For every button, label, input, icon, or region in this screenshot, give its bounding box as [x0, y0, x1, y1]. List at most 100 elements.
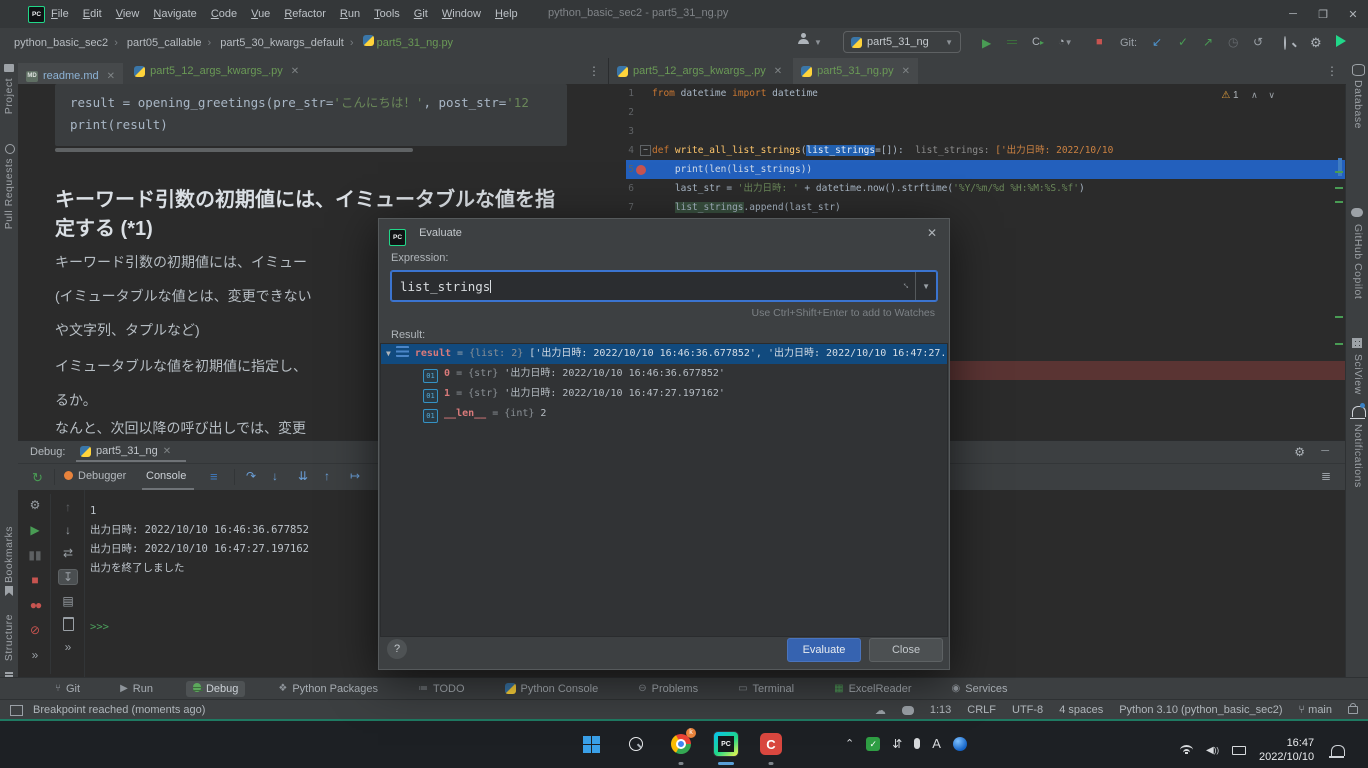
start-button[interactable]	[578, 731, 604, 757]
sidebar-item-bookmarks[interactable]: Bookmarks	[3, 526, 15, 583]
history-icon[interactable]: ◷	[1228, 35, 1238, 49]
notification-center-bell-icon[interactable]	[1331, 745, 1345, 756]
colored-play-icon[interactable]	[1336, 35, 1346, 47]
menu-navigate[interactable]: Navigate	[146, 8, 203, 20]
toolwindow-services[interactable]: ◉Services	[945, 681, 1015, 697]
sync-tray-icon[interactable]: ⇵	[892, 737, 902, 751]
tab-debugger[interactable]: Debugger	[78, 470, 126, 482]
indent-style[interactable]: 4 spaces	[1059, 704, 1103, 716]
run-with-coverage-button[interactable]: C▸	[1032, 36, 1044, 48]
menu-file[interactable]: File	[44, 8, 76, 20]
restore-layout-icon[interactable]: ⇄	[63, 546, 73, 560]
microphone-tray-icon[interactable]	[914, 738, 920, 749]
battery-pen-icon[interactable]	[1232, 746, 1246, 755]
expression-history-dropdown[interactable]: ▼	[915, 272, 936, 300]
prev-warning-chevron[interactable]: ∧	[1251, 90, 1258, 100]
rollback-button[interactable]: ↺	[1253, 35, 1263, 49]
settings-button[interactable]: ⚙	[1310, 35, 1322, 51]
status-message[interactable]: Breakpoint reached (moments ago)	[33, 704, 205, 716]
sidebar-item-structure[interactable]: Structure	[3, 614, 15, 661]
result-tree-row[interactable]: 01 0 = {str} '出力日時: 2022/10/10 16:46:36.…	[381, 364, 947, 384]
menu-refactor[interactable]: Refactor	[277, 8, 333, 20]
inspections-widget[interactable]: ⚠ 1 ∧ ∨	[1221, 90, 1275, 101]
taskbar-clock[interactable]: 16:47 2022/10/10	[1259, 736, 1314, 764]
close-icon[interactable]: ✕	[163, 446, 171, 457]
breadcrumb-project[interactable]: python_basic_sec2	[14, 37, 108, 49]
tab-part5-12-right[interactable]: part5_12_args_kwargs_.py ✕	[609, 58, 790, 84]
toolwindow-python-console[interactable]: Python Console	[498, 681, 606, 697]
breakpoint-icon[interactable]	[636, 165, 646, 175]
menu-tools[interactable]: Tools	[367, 8, 407, 20]
toolwindow-problems[interactable]: ⊖Problems	[631, 681, 705, 697]
git-commit-button[interactable]: ✓	[1178, 35, 1188, 49]
rerun-button[interactable]: ↻	[32, 470, 43, 486]
sidebar-item-database[interactable]: Database	[1352, 80, 1364, 129]
expression-input[interactable]: list_strings ↔ ▼	[391, 271, 937, 301]
scroll-to-end-icon[interactable]: ↧	[58, 569, 78, 585]
code-fold-icon[interactable]: −	[640, 145, 651, 156]
line-number-gutter[interactable]: 12 34 56 7	[608, 84, 634, 217]
toolwindow-debug[interactable]: Debug	[186, 681, 245, 697]
run-to-cursor-icon[interactable]: ↦	[350, 469, 360, 483]
mute-breakpoints-icon[interactable]: ⊘	[30, 623, 40, 637]
debug-session-tab[interactable]: part5_31_ng ✕	[80, 445, 171, 457]
taskbar-search-button[interactable]	[623, 731, 649, 757]
dialog-close-icon[interactable]: ✕	[927, 226, 937, 240]
breadcrumb-package[interactable]: part05_callable	[127, 37, 202, 49]
toolwindow-todo[interactable]: ≔TODO	[411, 681, 472, 697]
resume-button[interactable]: ▶	[30, 523, 39, 537]
close-icon[interactable]: ✕	[902, 66, 910, 77]
menu-edit[interactable]: Edit	[76, 8, 109, 20]
run-configuration-select[interactable]: part5_31_ng ▼	[843, 31, 961, 53]
sidebar-item-pull-requests[interactable]: Pull Requests	[3, 158, 15, 229]
more-options-icon[interactable]: ⋮	[1326, 64, 1338, 78]
toolwindow-terminal[interactable]: ▭Terminal	[731, 681, 801, 697]
dialog-header[interactable]: PC Evaluate	[389, 227, 462, 246]
breadcrumb-folder[interactable]: part5_30_kwargs_default	[220, 37, 344, 49]
step-over-icon[interactable]: ↷	[246, 469, 256, 483]
cortana-tray-icon[interactable]	[953, 737, 967, 751]
result-tree-row[interactable]: 01 1 = {str} '出力日時: 2022/10/10 16:47:27.…	[381, 384, 947, 404]
up-stack-icon[interactable]: ↑	[65, 500, 71, 514]
breadcrumb-file[interactable]: part5_31_ng.py	[377, 37, 453, 49]
python-interpreter[interactable]: Python 3.10 (python_basic_sec2)	[1119, 704, 1282, 716]
maximize-button[interactable]: ❐	[1308, 8, 1338, 21]
camtasia-taskbar-icon[interactable]: C	[758, 731, 784, 757]
more-options-icon[interactable]: ⋮	[588, 64, 600, 78]
minimize-button[interactable]: ─	[1278, 8, 1308, 20]
toolwindow-excelreader[interactable]: ▦ExcelReader	[827, 681, 918, 697]
pycharm-taskbar-icon[interactable]: PC	[713, 731, 739, 757]
stop-debug-button[interactable]: ■	[31, 573, 38, 587]
next-warning-chevron[interactable]: ∨	[1268, 90, 1275, 100]
menu-code[interactable]: Code	[204, 8, 244, 20]
copilot-status-icon[interactable]	[902, 706, 914, 715]
hide-tool-window-icon[interactable]: ─	[1321, 445, 1329, 457]
tab-part5-12-left[interactable]: part5_12_args_kwargs_.py ✕	[126, 58, 307, 84]
git-push-button[interactable]: ↗	[1203, 35, 1213, 49]
print-icon[interactable]: ▤	[62, 594, 73, 608]
menu-vue[interactable]: Vue	[244, 8, 277, 20]
search-everywhere-button[interactable]	[1284, 37, 1286, 49]
view-breakpoints-icon[interactable]: ●●	[30, 598, 41, 612]
volume-icon[interactable]: ◀))	[1206, 745, 1219, 756]
line-separator[interactable]: CRLF	[967, 704, 996, 716]
console-prompt[interactable]: >>>	[90, 618, 309, 637]
caret-position[interactable]: 1:13	[930, 704, 951, 716]
evaluate-button[interactable]: Evaluate	[787, 638, 861, 662]
step-into-icon[interactable]: ↓	[272, 469, 278, 483]
close-icon[interactable]: ✕	[107, 71, 115, 82]
close-icon[interactable]: ✕	[291, 66, 299, 77]
step-out-icon[interactable]: ↑	[324, 469, 330, 483]
force-step-into-icon[interactable]: ⇊	[298, 469, 308, 483]
file-encoding[interactable]: UTF-8	[1012, 704, 1043, 716]
sidebar-item-sciview[interactable]: SciView	[1352, 354, 1364, 395]
pause-button[interactable]: ▮▮	[28, 548, 41, 562]
toolwindow-python-packages[interactable]: ❖Python Packages	[271, 681, 385, 697]
horizontal-scrollbar[interactable]	[55, 148, 413, 152]
tab-console[interactable]: Console	[146, 470, 186, 482]
git-branch[interactable]: ⑂ main	[1299, 704, 1333, 716]
antivirus-tray-icon[interactable]: ✓	[866, 737, 880, 751]
profiler-button[interactable]: ◔▼	[1058, 36, 1073, 48]
tab-part5-31-ng[interactable]: part5_31_ng.py ✕	[793, 58, 918, 84]
tray-expand-chevron[interactable]: ⌃	[845, 737, 854, 750]
